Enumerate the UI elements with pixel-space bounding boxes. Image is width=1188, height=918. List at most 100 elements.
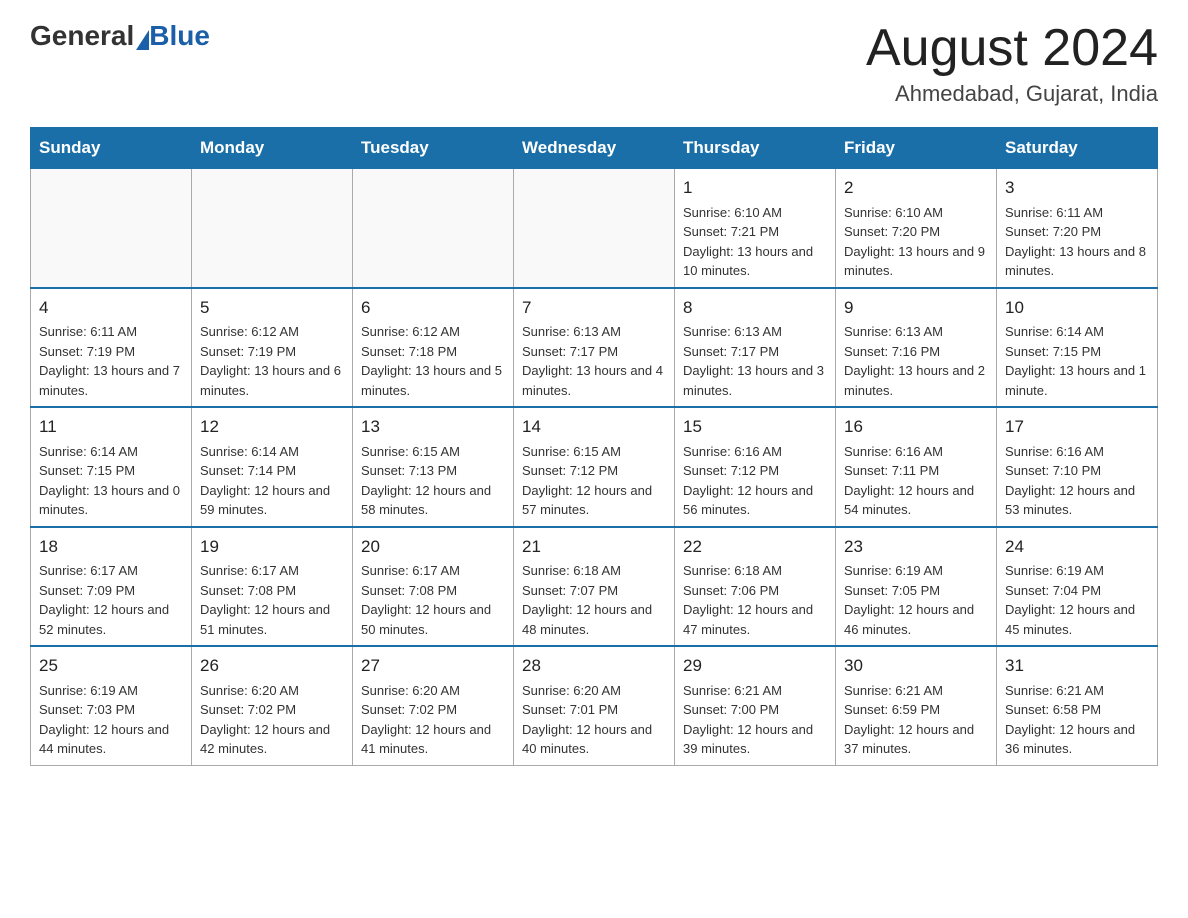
day-info: Daylight: 12 hours and 53 minutes. <box>1005 481 1149 520</box>
day-info: Sunrise: 6:18 AM <box>683 561 827 581</box>
logo-blue-text: Blue <box>149 20 210 52</box>
day-info: Sunrise: 6:19 AM <box>844 561 988 581</box>
weekday-header-tuesday: Tuesday <box>353 128 514 169</box>
day-info: Sunset: 7:16 PM <box>844 342 988 362</box>
day-number: 6 <box>361 295 505 321</box>
day-info: Sunrise: 6:18 AM <box>522 561 666 581</box>
day-info: Sunset: 7:13 PM <box>361 461 505 481</box>
day-info: Sunset: 7:05 PM <box>844 581 988 601</box>
day-info: Sunrise: 6:20 AM <box>361 681 505 701</box>
day-info: Sunrise: 6:11 AM <box>39 322 183 342</box>
day-info: Sunset: 7:20 PM <box>1005 222 1149 242</box>
day-number: 29 <box>683 653 827 679</box>
day-info: Sunrise: 6:14 AM <box>39 442 183 462</box>
day-info: Sunrise: 6:17 AM <box>39 561 183 581</box>
day-info: Sunset: 7:15 PM <box>39 461 183 481</box>
day-number: 16 <box>844 414 988 440</box>
day-info: Sunset: 7:17 PM <box>683 342 827 362</box>
weekday-header-monday: Monday <box>192 128 353 169</box>
day-number: 26 <box>200 653 344 679</box>
day-info: Daylight: 12 hours and 52 minutes. <box>39 600 183 639</box>
day-info: Sunset: 7:12 PM <box>522 461 666 481</box>
calendar-cell: 7Sunrise: 6:13 AMSunset: 7:17 PMDaylight… <box>514 288 675 408</box>
day-number: 11 <box>39 414 183 440</box>
day-info: Sunset: 7:18 PM <box>361 342 505 362</box>
day-info: Sunrise: 6:16 AM <box>1005 442 1149 462</box>
day-info: Sunrise: 6:14 AM <box>200 442 344 462</box>
calendar-week-row: 18Sunrise: 6:17 AMSunset: 7:09 PMDayligh… <box>31 527 1158 647</box>
day-number: 30 <box>844 653 988 679</box>
calendar-cell: 24Sunrise: 6:19 AMSunset: 7:04 PMDayligh… <box>997 527 1158 647</box>
day-info: Sunrise: 6:21 AM <box>1005 681 1149 701</box>
day-info: Daylight: 12 hours and 40 minutes. <box>522 720 666 759</box>
day-info: Sunset: 7:14 PM <box>200 461 344 481</box>
calendar-header-row: SundayMondayTuesdayWednesdayThursdayFrid… <box>31 128 1158 169</box>
day-info: Daylight: 13 hours and 6 minutes. <box>200 361 344 400</box>
day-info: Sunrise: 6:14 AM <box>1005 322 1149 342</box>
day-number: 27 <box>361 653 505 679</box>
calendar-cell: 21Sunrise: 6:18 AMSunset: 7:07 PMDayligh… <box>514 527 675 647</box>
calendar-cell: 2Sunrise: 6:10 AMSunset: 7:20 PMDaylight… <box>836 169 997 288</box>
day-info: Daylight: 13 hours and 10 minutes. <box>683 242 827 281</box>
day-info: Sunset: 7:12 PM <box>683 461 827 481</box>
day-info: Sunset: 7:11 PM <box>844 461 988 481</box>
calendar-week-row: 11Sunrise: 6:14 AMSunset: 7:15 PMDayligh… <box>31 407 1158 527</box>
day-info: Sunset: 7:08 PM <box>200 581 344 601</box>
day-info: Sunrise: 6:13 AM <box>683 322 827 342</box>
calendar-cell: 19Sunrise: 6:17 AMSunset: 7:08 PMDayligh… <box>192 527 353 647</box>
day-info: Daylight: 12 hours and 48 minutes. <box>522 600 666 639</box>
day-info: Daylight: 12 hours and 45 minutes. <box>1005 600 1149 639</box>
day-info: Sunset: 7:02 PM <box>200 700 344 720</box>
day-info: Sunset: 7:21 PM <box>683 222 827 242</box>
calendar-cell: 6Sunrise: 6:12 AMSunset: 7:18 PMDaylight… <box>353 288 514 408</box>
calendar-cell: 16Sunrise: 6:16 AMSunset: 7:11 PMDayligh… <box>836 407 997 527</box>
day-info: Sunset: 7:06 PM <box>683 581 827 601</box>
calendar-cell: 4Sunrise: 6:11 AMSunset: 7:19 PMDaylight… <box>31 288 192 408</box>
day-info: Sunrise: 6:12 AM <box>361 322 505 342</box>
day-info: Sunset: 7:07 PM <box>522 581 666 601</box>
page-header: General Blue August 2024 Ahmedabad, Guja… <box>30 20 1158 107</box>
day-info: Sunset: 7:17 PM <box>522 342 666 362</box>
day-number: 19 <box>200 534 344 560</box>
day-info: Sunrise: 6:15 AM <box>361 442 505 462</box>
day-info: Daylight: 12 hours and 54 minutes. <box>844 481 988 520</box>
day-info: Daylight: 13 hours and 0 minutes. <box>39 481 183 520</box>
day-info: Sunrise: 6:16 AM <box>844 442 988 462</box>
calendar-cell: 5Sunrise: 6:12 AMSunset: 7:19 PMDaylight… <box>192 288 353 408</box>
day-info: Sunset: 7:20 PM <box>844 222 988 242</box>
day-info: Sunrise: 6:17 AM <box>361 561 505 581</box>
day-number: 5 <box>200 295 344 321</box>
day-number: 8 <box>683 295 827 321</box>
calendar-cell: 13Sunrise: 6:15 AMSunset: 7:13 PMDayligh… <box>353 407 514 527</box>
day-info: Sunrise: 6:10 AM <box>683 203 827 223</box>
day-info: Daylight: 13 hours and 3 minutes. <box>683 361 827 400</box>
calendar-cell <box>353 169 514 288</box>
logo-general-text: General <box>30 20 134 52</box>
day-info: Daylight: 12 hours and 51 minutes. <box>200 600 344 639</box>
calendar-cell: 1Sunrise: 6:10 AMSunset: 7:21 PMDaylight… <box>675 169 836 288</box>
day-info: Daylight: 12 hours and 56 minutes. <box>683 481 827 520</box>
calendar-cell: 23Sunrise: 6:19 AMSunset: 7:05 PMDayligh… <box>836 527 997 647</box>
day-info: Sunrise: 6:12 AM <box>200 322 344 342</box>
day-number: 20 <box>361 534 505 560</box>
day-info: Sunrise: 6:19 AM <box>1005 561 1149 581</box>
day-info: Sunrise: 6:10 AM <box>844 203 988 223</box>
day-info: Sunset: 7:04 PM <box>1005 581 1149 601</box>
calendar-cell: 30Sunrise: 6:21 AMSunset: 6:59 PMDayligh… <box>836 646 997 765</box>
weekday-header-sunday: Sunday <box>31 128 192 169</box>
day-info: Sunrise: 6:21 AM <box>844 681 988 701</box>
calendar-cell: 8Sunrise: 6:13 AMSunset: 7:17 PMDaylight… <box>675 288 836 408</box>
day-info: Daylight: 12 hours and 39 minutes. <box>683 720 827 759</box>
day-info: Daylight: 12 hours and 50 minutes. <box>361 600 505 639</box>
day-info: Daylight: 12 hours and 41 minutes. <box>361 720 505 759</box>
day-info: Sunrise: 6:11 AM <box>1005 203 1149 223</box>
day-info: Daylight: 12 hours and 57 minutes. <box>522 481 666 520</box>
day-info: Daylight: 13 hours and 9 minutes. <box>844 242 988 281</box>
day-info: Sunset: 7:09 PM <box>39 581 183 601</box>
calendar-week-row: 4Sunrise: 6:11 AMSunset: 7:19 PMDaylight… <box>31 288 1158 408</box>
calendar-subtitle: Ahmedabad, Gujarat, India <box>866 81 1158 107</box>
day-info: Daylight: 13 hours and 5 minutes. <box>361 361 505 400</box>
day-info: Sunrise: 6:19 AM <box>39 681 183 701</box>
calendar-cell: 26Sunrise: 6:20 AMSunset: 7:02 PMDayligh… <box>192 646 353 765</box>
calendar-cell: 27Sunrise: 6:20 AMSunset: 7:02 PMDayligh… <box>353 646 514 765</box>
